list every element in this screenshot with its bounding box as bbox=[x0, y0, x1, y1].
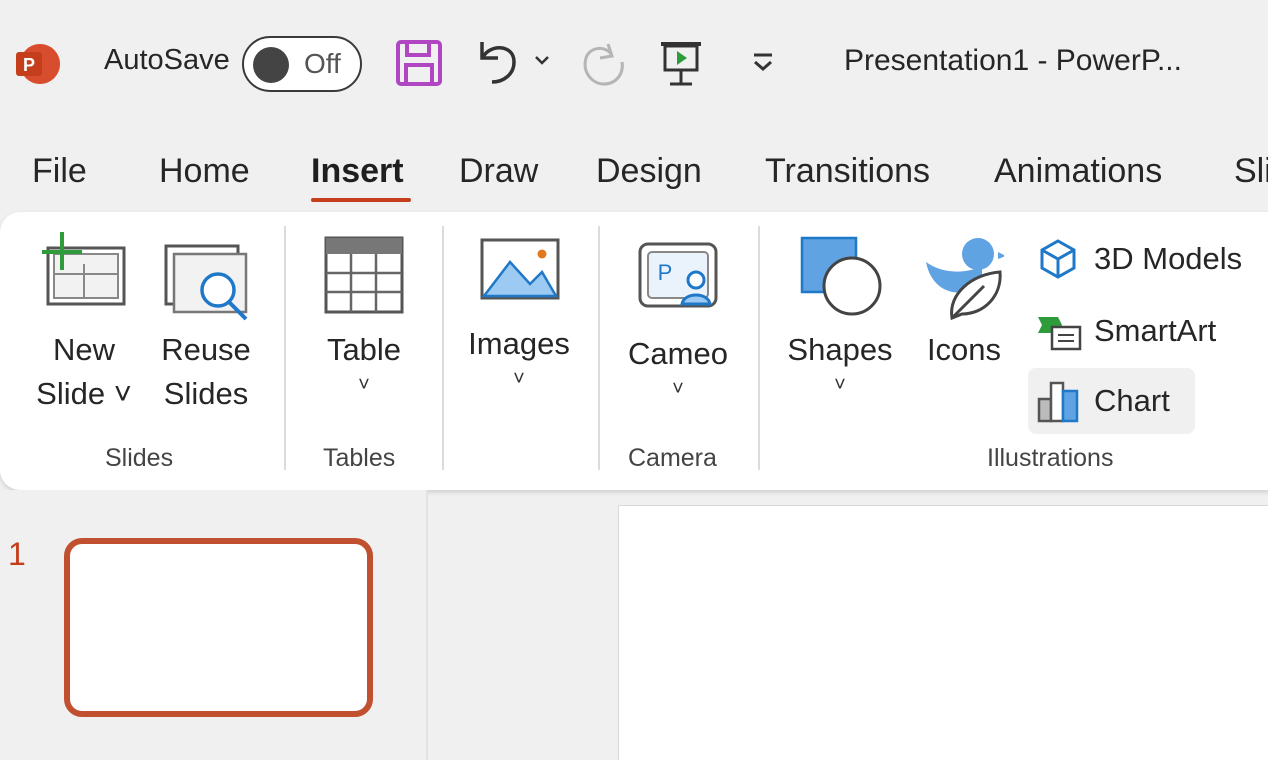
chart-icon bbox=[1037, 381, 1079, 423]
slide-thumbnail[interactable] bbox=[64, 538, 373, 717]
tab-insert[interactable]: Insert bbox=[311, 152, 404, 191]
images-chevron-icon: ˅ bbox=[513, 368, 525, 390]
shapes-chevron-icon: ˅ bbox=[834, 374, 846, 396]
group-separator bbox=[284, 226, 286, 470]
slide-canvas[interactable] bbox=[618, 505, 1268, 760]
reuse-slides-icon bbox=[164, 244, 254, 329]
customize-toolbar-icon[interactable] bbox=[746, 44, 780, 80]
table-icon bbox=[324, 236, 404, 319]
slide-number: 1 bbox=[8, 536, 26, 572]
save-icon[interactable] bbox=[394, 38, 444, 88]
group-label-slides: Slides bbox=[105, 444, 174, 472]
shapes-label: Shapes bbox=[787, 332, 893, 367]
shapes-button[interactable]: Shapes ˅ bbox=[782, 328, 898, 398]
new-slide-icon bbox=[38, 232, 128, 315]
tab-animations[interactable]: Animations bbox=[994, 152, 1162, 191]
tab-file[interactable]: File bbox=[32, 152, 87, 191]
table-chevron-icon: ˅ bbox=[358, 374, 370, 396]
icons-label: Icons bbox=[926, 332, 1002, 367]
group-label-illustrations: Illustrations bbox=[987, 444, 1114, 472]
smartart-button[interactable]: SmartArt bbox=[1036, 306, 1216, 356]
tab-home[interactable]: Home bbox=[159, 152, 250, 191]
new-slide-label-2: Slide ˅ bbox=[36, 376, 132, 411]
toggle-knob bbox=[253, 47, 289, 83]
powerpoint-logo-icon: P bbox=[14, 40, 62, 88]
cameo-label: Cameo bbox=[628, 336, 728, 371]
smartart-label: SmartArt bbox=[1094, 313, 1217, 348]
images-icon bbox=[480, 238, 560, 305]
undo-icon[interactable] bbox=[474, 36, 520, 88]
shapes-icon bbox=[800, 236, 884, 323]
svg-text:P: P bbox=[658, 260, 673, 285]
icons-button[interactable]: Icons bbox=[918, 328, 1010, 372]
tab-draw[interactable]: Draw bbox=[459, 152, 538, 191]
start-from-beginning-icon[interactable] bbox=[656, 36, 706, 90]
group-separator bbox=[598, 226, 600, 470]
reuse-slides-label-2: Slides bbox=[163, 376, 249, 411]
table-label: Table bbox=[326, 332, 402, 367]
redo-icon[interactable] bbox=[578, 36, 628, 90]
3d-models-icon bbox=[1040, 239, 1076, 279]
images-label: Images bbox=[468, 326, 570, 361]
table-button[interactable]: Table ˅ bbox=[316, 328, 412, 398]
new-slide-label-1: New bbox=[52, 332, 115, 367]
group-label-tables: Tables bbox=[323, 444, 396, 472]
new-slide-button[interactable]: New Slide ˅ bbox=[26, 328, 142, 416]
ribbon-tabs: File Home Insert Draw Design Transitions… bbox=[0, 152, 1268, 202]
icons-icon bbox=[922, 234, 1006, 327]
cameo-icon: P bbox=[638, 242, 720, 317]
3d-models-button[interactable]: 3D Models bbox=[1036, 234, 1242, 284]
autosave-toggle[interactable]: Off bbox=[242, 36, 362, 92]
undo-dropdown-chevron-icon[interactable] bbox=[530, 48, 554, 72]
tab-slideshow[interactable]: Sli bbox=[1234, 152, 1268, 191]
svg-text:P: P bbox=[23, 55, 35, 75]
reuse-slides-label-1: Reuse bbox=[161, 332, 251, 367]
reuse-slides-button[interactable]: Reuse Slides bbox=[152, 328, 260, 416]
chart-button[interactable]: Chart bbox=[1028, 368, 1195, 434]
autosave-label: AutoSave bbox=[104, 44, 230, 76]
chart-label: Chart bbox=[1094, 383, 1170, 418]
group-separator bbox=[442, 226, 444, 470]
active-tab-indicator bbox=[311, 198, 411, 202]
group-label-camera: Camera bbox=[628, 444, 717, 472]
group-separator bbox=[758, 226, 760, 470]
images-button[interactable]: Images ˅ bbox=[460, 322, 578, 392]
cameo-chevron-icon: ˅ bbox=[672, 378, 684, 400]
3d-models-label: 3D Models bbox=[1094, 241, 1243, 276]
tab-design[interactable]: Design bbox=[596, 152, 702, 191]
document-title: Presentation1 - PowerP... bbox=[844, 44, 1182, 77]
tab-transitions[interactable]: Transitions bbox=[765, 152, 930, 191]
autosave-state: Off bbox=[304, 48, 341, 79]
title-bar: P AutoSave Off Presentation1 - PowerP... bbox=[0, 0, 1268, 128]
cameo-button[interactable]: Cameo ˅ bbox=[622, 332, 734, 402]
smartart-icon bbox=[1038, 317, 1082, 351]
